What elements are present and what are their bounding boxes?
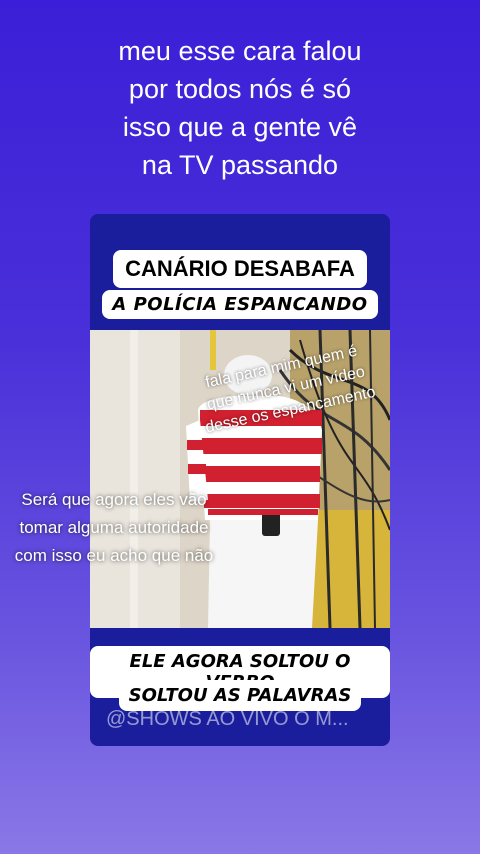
title-text: CANÁRIO DESABAFA (113, 250, 367, 288)
bottom-banner-2: SOLTOU AS PALAVRAS (90, 680, 390, 711)
caption-line: por todos nós é só (128, 74, 352, 104)
caption-line: na TV passando (141, 150, 339, 180)
channel-watermark: @SHOWS AO VIVO O M... (106, 708, 349, 730)
overlay-comment-left: Será que agora eles vão tomar alguma aut… (14, 490, 214, 565)
caption-line: isso que a gente vê (122, 112, 358, 142)
video-caption: meu esse cara falou por todos nós é só i… (0, 32, 480, 184)
subtitle-text: A POLÍCIA ESPANCANDO (102, 290, 378, 319)
title-banner: CANÁRIO DESABAFA (90, 250, 390, 288)
caption-line: meu esse cara falou (118, 36, 362, 66)
bottom-text-2: SOLTOU AS PALAVRAS (118, 680, 362, 711)
video-frame[interactable]: CANÁRIO DESABAFA A POLÍCIA ESPANCANDO EL… (90, 214, 390, 746)
subtitle-banner: A POLÍCIA ESPANCANDO (90, 290, 390, 319)
